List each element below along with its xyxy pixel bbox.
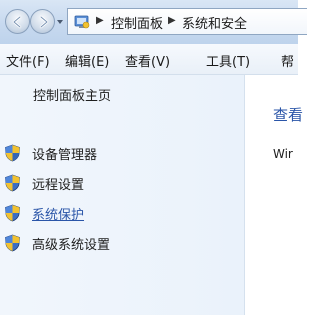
task-label: 系统保护 bbox=[32, 208, 85, 223]
window-title-bar: ▶ 控制面板 ▶ 系统和安全 bbox=[0, 0, 307, 44]
task-device-manager[interactable]: 设备管理器 bbox=[0, 142, 240, 164]
task-label: 高级系统设置 bbox=[32, 238, 111, 253]
breadcrumb-separator-icon[interactable]: ▶ bbox=[96, 15, 104, 26]
menu-help[interactable]: 帮 bbox=[281, 51, 294, 70]
menu-edit[interactable]: 编辑(E) bbox=[65, 51, 109, 70]
forward-button[interactable] bbox=[30, 9, 55, 34]
uac-shield-icon bbox=[5, 144, 20, 162]
arrow-right-icon bbox=[39, 15, 49, 29]
task-label: 远程设置 bbox=[32, 178, 85, 193]
menu-view[interactable]: 查看(V) bbox=[125, 51, 170, 70]
back-button[interactable] bbox=[5, 9, 30, 34]
control-panel-icon bbox=[74, 15, 90, 29]
arrow-left-icon bbox=[12, 15, 22, 29]
breadcrumb-control-panel[interactable]: 控制面板 bbox=[111, 13, 163, 32]
task-advanced-system-settings[interactable]: 高级系统设置 bbox=[0, 232, 240, 254]
address-bar[interactable]: ▶ 控制面板 ▶ 系统和安全 bbox=[67, 8, 307, 35]
menu-file[interactable]: 文件(F) bbox=[6, 51, 50, 70]
windows-edition-text: Wir bbox=[273, 147, 293, 161]
task-pane: 控制面板主页 设备管理器 远程设置 系统保护 高级系统设置 bbox=[0, 75, 245, 315]
control-panel-home-link[interactable]: 控制面板主页 bbox=[33, 85, 111, 104]
uac-shield-icon bbox=[5, 174, 20, 192]
task-remote-settings[interactable]: 远程设置 bbox=[0, 172, 240, 194]
menu-bar: 文件(F) 编辑(E) 查看(V) 工具(T) 帮 bbox=[0, 44, 298, 75]
uac-shield-icon bbox=[5, 204, 20, 222]
task-label: 设备管理器 bbox=[32, 148, 98, 163]
breadcrumb-system-security[interactable]: 系统和安全 bbox=[182, 13, 247, 32]
uac-shield-icon bbox=[5, 234, 20, 252]
menu-tools[interactable]: 工具(T) bbox=[206, 51, 250, 70]
recent-pages-dropdown-icon[interactable] bbox=[56, 18, 64, 26]
task-system-protection[interactable]: 系统保护 bbox=[0, 202, 240, 224]
page-title: 查看 bbox=[273, 106, 304, 124]
breadcrumb-separator-icon[interactable]: ▶ bbox=[168, 15, 176, 26]
